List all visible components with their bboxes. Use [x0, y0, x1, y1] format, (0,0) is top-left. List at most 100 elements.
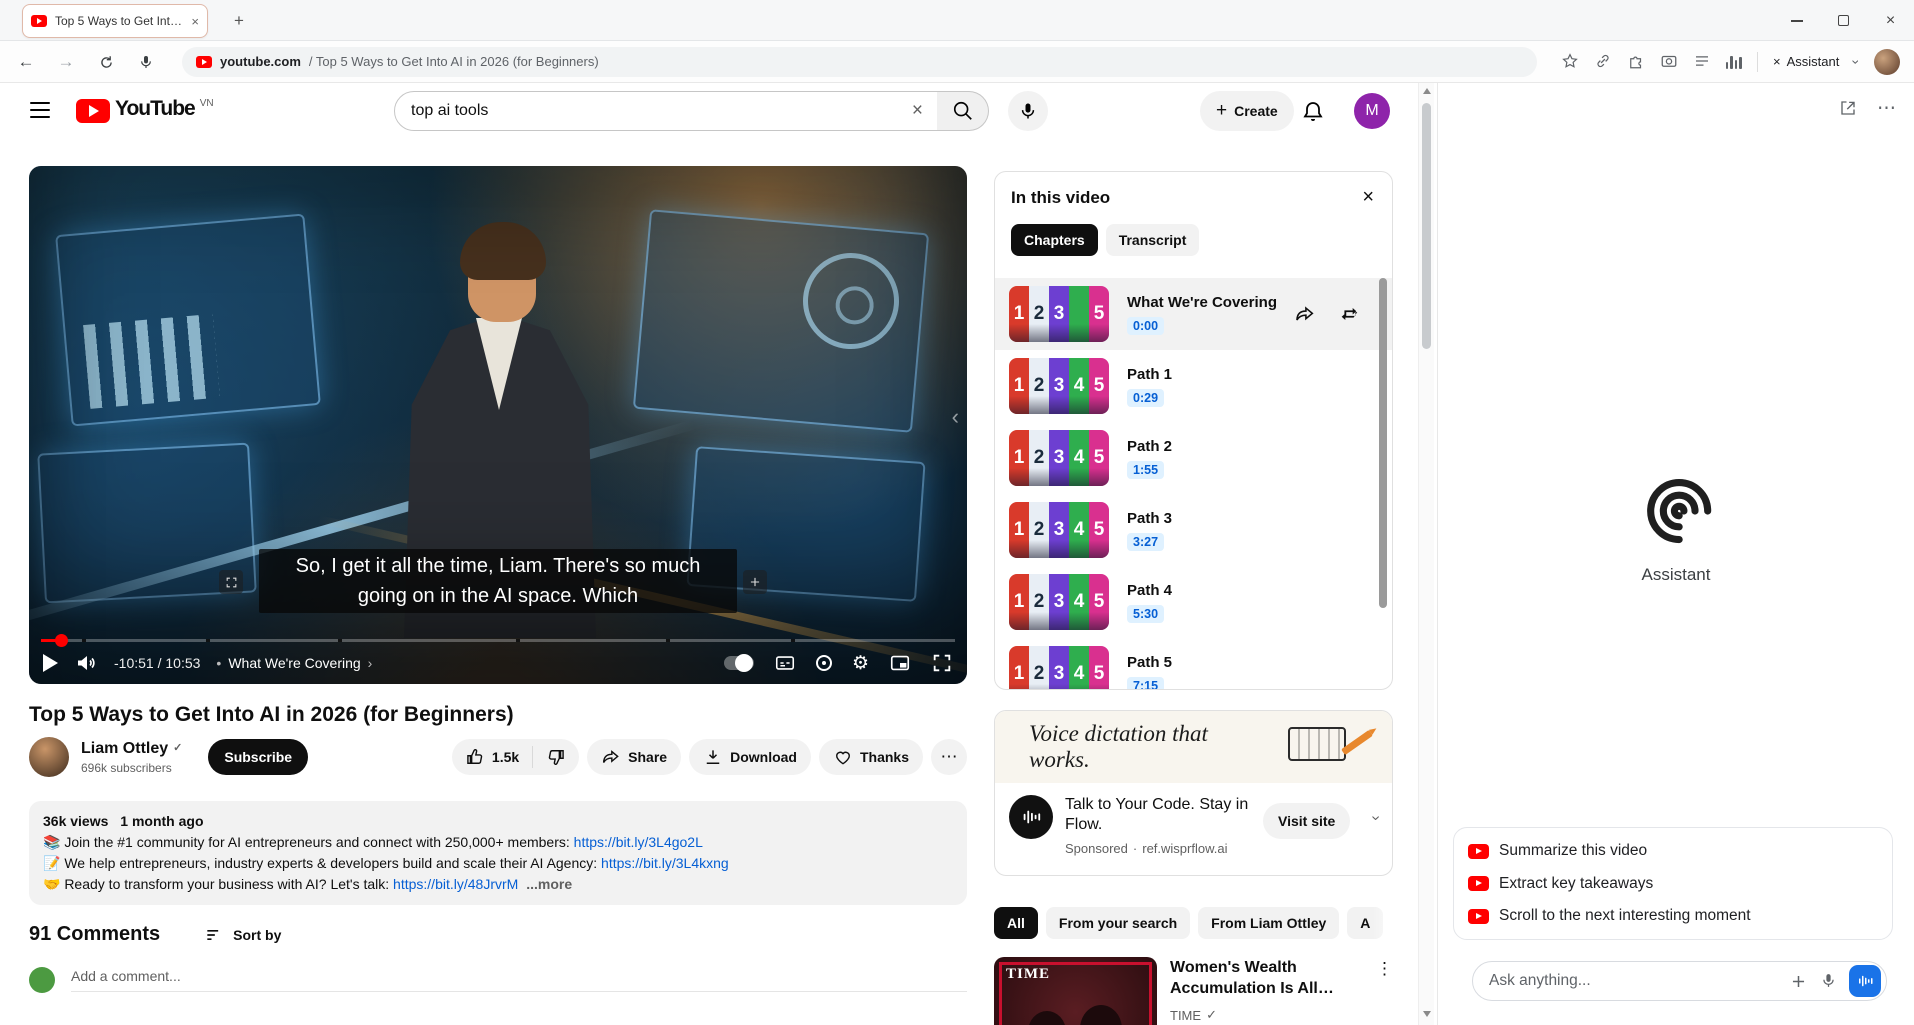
volume-button[interactable]	[74, 651, 98, 675]
visit-site-button[interactable]: Visit site	[1263, 803, 1350, 839]
related-channel[interactable]: TIME	[1170, 1008, 1201, 1023]
chapter-row[interactable]: 1235 What We're Covering 0:00	[995, 278, 1393, 350]
attach-plus-icon[interactable]	[1789, 972, 1808, 991]
reload-button[interactable]	[94, 52, 118, 72]
tab-audio-icon[interactable]	[1726, 55, 1742, 69]
user-avatar[interactable]	[29, 967, 55, 993]
chapter-button[interactable]: • What We're Covering ›	[216, 655, 372, 671]
chapter-timestamp[interactable]: 0:29	[1127, 389, 1164, 407]
chapter-timestamp[interactable]: 7:15	[1127, 677, 1164, 691]
assistant-input-bar[interactable]	[1472, 961, 1887, 1001]
suggestion-summarize[interactable]: Summarize this video	[1454, 835, 1892, 867]
chapter-row[interactable]: 12345 Path 2 1:55	[995, 422, 1393, 494]
search-button[interactable]	[937, 91, 989, 131]
fullscreen-button[interactable]	[931, 652, 953, 674]
chapter-timestamp[interactable]: 0:00	[1127, 317, 1164, 335]
channel-name-row[interactable]: Liam Ottley ✓	[81, 739, 182, 759]
account-avatar[interactable]: M	[1354, 93, 1390, 129]
guide-menu-button[interactable]	[30, 102, 50, 118]
youtube-logo[interactable]: YouTube VN	[76, 97, 214, 123]
back-button[interactable]: ←	[14, 52, 38, 72]
more-actions-button[interactable]: ⋯	[931, 739, 967, 775]
minimize-button[interactable]	[1773, 0, 1820, 41]
close-button[interactable]: ×	[1867, 0, 1914, 41]
assistant-toggle[interactable]: × Assistant	[1773, 54, 1839, 69]
caption-expand-icon[interactable]	[219, 570, 243, 594]
sort-button[interactable]: Sort by	[204, 925, 281, 945]
open-in-new-icon[interactable]	[1839, 99, 1857, 117]
suggestion-takeaways[interactable]: Extract key takeaways	[1454, 868, 1892, 900]
advertiser-logo[interactable]	[1009, 795, 1053, 839]
extensions-icon[interactable]	[1627, 52, 1645, 70]
panel-close-button[interactable]: ×	[1358, 182, 1378, 213]
filter-chip[interactable]: From Liam Ottley	[1198, 907, 1339, 939]
collapse-panel-chevron-icon[interactable]: ‹	[952, 404, 959, 430]
browser-tab[interactable]: Top 5 Ways to Get Into AI in 2 ×	[22, 4, 208, 38]
reading-list-icon[interactable]	[1693, 52, 1711, 70]
tab-close-icon[interactable]: ×	[191, 14, 199, 29]
chapter-timestamp[interactable]: 1:55	[1127, 461, 1164, 479]
ad-headline[interactable]: Talk to Your Code. Stay in Flow.	[1065, 795, 1251, 835]
like-button[interactable]: 1.5k	[452, 747, 532, 767]
subtitles-button[interactable]	[774, 652, 796, 674]
snapshot-icon[interactable]	[1660, 52, 1678, 70]
filter-chip-all[interactable]: All	[994, 907, 1038, 939]
ad-options-chevron-icon[interactable]: ›	[1366, 815, 1384, 820]
channel-avatar[interactable]	[29, 737, 69, 777]
chapter-share-icon[interactable]	[1294, 303, 1316, 325]
new-tab-button[interactable]: +	[226, 8, 252, 34]
address-bar[interactable]: youtube.com / Top 5 Ways to Get Into AI …	[182, 47, 1537, 77]
search-box[interactable]: ×	[394, 91, 938, 131]
assistant-input[interactable]	[1489, 972, 1777, 990]
scroll-down-arrow-icon[interactable]	[1423, 1011, 1431, 1017]
create-button[interactable]: + Create	[1200, 91, 1294, 131]
comment-input[interactable]: Add a comment...	[71, 968, 967, 992]
channel-name[interactable]: Liam Ottley	[81, 739, 168, 759]
chapter-row[interactable]: 12345 Path 1 0:29	[995, 350, 1393, 422]
description-link[interactable]: https://bit.ly/3L4kxng	[601, 855, 729, 871]
chapter-row[interactable]: 12345 Path 3 3:27	[995, 494, 1393, 566]
page-scrollbar[interactable]	[1418, 83, 1434, 1025]
chapter-row[interactable]: 12345 Path 4 5:30	[995, 566, 1393, 638]
ad-banner-image[interactable]: Voice dictation that works.	[995, 711, 1392, 783]
share-button[interactable]: Share	[587, 739, 681, 775]
caption-options-icon[interactable]	[743, 570, 767, 594]
close-sidebar-icon[interactable]: ×	[1773, 54, 1781, 69]
related-title[interactable]: Women's Wealth Accumulation Is All About…	[1170, 957, 1363, 999]
video-player[interactable]: So, I get it all the time, Liam. There's…	[29, 166, 967, 684]
filter-chip[interactable]: From your search	[1046, 907, 1190, 939]
toolbar-menu-chevron-icon[interactable]: ›	[1849, 59, 1865, 64]
settings-button[interactable]: ⚙	[852, 652, 869, 675]
assistant-menu-icon[interactable]: ⋯	[1877, 97, 1896, 120]
page-scrollbar-thumb[interactable]	[1422, 103, 1431, 349]
download-button[interactable]: Download	[689, 739, 811, 775]
play-button[interactable]	[43, 654, 58, 672]
maximize-button[interactable]	[1820, 0, 1867, 41]
thanks-button[interactable]: Thanks	[819, 739, 923, 775]
related-more-button[interactable]: ⋮	[1376, 959, 1393, 1025]
ambient-mode-icon[interactable]	[816, 655, 832, 671]
panel-scrollbar-thumb[interactable]	[1379, 278, 1387, 608]
scroll-up-arrow-icon[interactable]	[1423, 88, 1431, 94]
description-link[interactable]: https://bit.ly/48JrvrM	[393, 876, 518, 892]
description-link[interactable]: https://bit.ly/3L4go2L	[574, 834, 703, 850]
voice-search-button[interactable]	[1008, 91, 1048, 131]
miniplayer-button[interactable]	[889, 652, 911, 674]
show-more-button[interactable]: ...more	[526, 876, 572, 892]
description-box[interactable]: 36k views 1 month ago 📚 Join the #1 comm…	[29, 801, 967, 905]
dislike-button[interactable]	[533, 747, 579, 767]
subscribe-button[interactable]: Subscribe	[208, 739, 308, 775]
tab-chapters[interactable]: Chapters	[1011, 224, 1098, 256]
chapter-timestamp[interactable]: 5:30	[1127, 605, 1164, 623]
search-clear-icon[interactable]: ×	[904, 100, 931, 122]
browser-profile-avatar[interactable]	[1874, 49, 1900, 75]
notifications-button[interactable]	[1301, 100, 1325, 124]
chapter-repeat-icon[interactable]	[1338, 303, 1360, 325]
voice-search-icon[interactable]	[134, 52, 158, 72]
autoplay-toggle[interactable]	[724, 656, 754, 670]
related-thumbnail[interactable]: TIME	[994, 957, 1157, 1025]
tab-transcript[interactable]: Transcript	[1106, 224, 1200, 256]
advertiser-url[interactable]: ref.wisprflow.ai	[1142, 841, 1227, 856]
panel-scrollbar[interactable]	[1379, 278, 1387, 683]
assistant-mic-icon[interactable]	[1820, 972, 1837, 990]
